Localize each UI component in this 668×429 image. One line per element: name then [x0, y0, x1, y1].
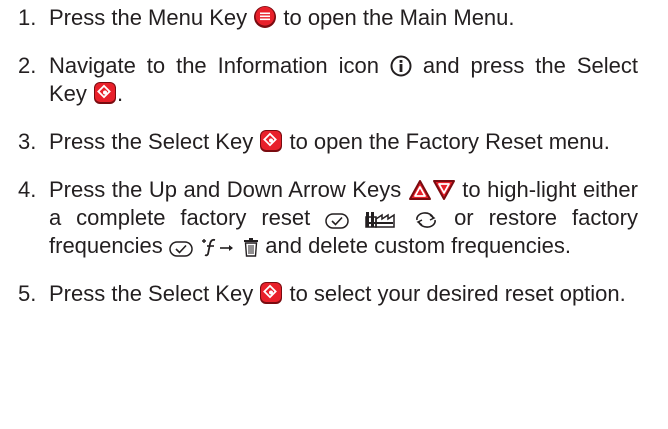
- step-3: 3. Press the Select Key to open the Fact…: [18, 128, 638, 156]
- step-text: Press the Select Key to select your desi…: [49, 281, 626, 306]
- select-key-icon: [259, 281, 283, 305]
- select-key-icon: [259, 129, 283, 153]
- step-number: 1.: [18, 5, 37, 30]
- information-icon: [390, 55, 412, 77]
- trash-icon: [243, 237, 259, 257]
- down-arrow-key-icon: [432, 179, 456, 201]
- factory-icon: [364, 209, 398, 229]
- step-text: Press the Up and Down Arrow Keys to high…: [49, 177, 638, 258]
- step-number: 3.: [18, 129, 37, 154]
- step-2: 2. Navigate to the Information icon and …: [18, 52, 638, 108]
- checkmark-icon: [169, 241, 193, 257]
- step-text: Navigate to the Information icon and pre…: [49, 53, 638, 106]
- step-text: Press the Select Key to open the Factory…: [49, 129, 610, 154]
- step-number: 4.: [18, 177, 37, 202]
- step-text: Press the Menu Key to open the Main Menu…: [49, 5, 515, 30]
- reset-cycle-icon: [413, 211, 439, 229]
- step-number: 2.: [18, 53, 37, 78]
- step-4: 4. Press the Up and Down Arrow Keys to h…: [18, 176, 638, 260]
- custom-frequency-icon: [199, 237, 237, 257]
- up-arrow-key-icon: [408, 179, 432, 201]
- step-5: 5. Press the Select Key to select your d…: [18, 280, 638, 308]
- menu-key-icon: [253, 5, 277, 29]
- step-1: 1. Press the Menu Key to open the Main M…: [18, 4, 638, 32]
- step-number: 5.: [18, 281, 37, 306]
- instruction-list: 1. Press the Menu Key to open the Main M…: [18, 4, 638, 308]
- select-key-icon: [93, 81, 117, 105]
- checkmark-icon: [325, 213, 349, 229]
